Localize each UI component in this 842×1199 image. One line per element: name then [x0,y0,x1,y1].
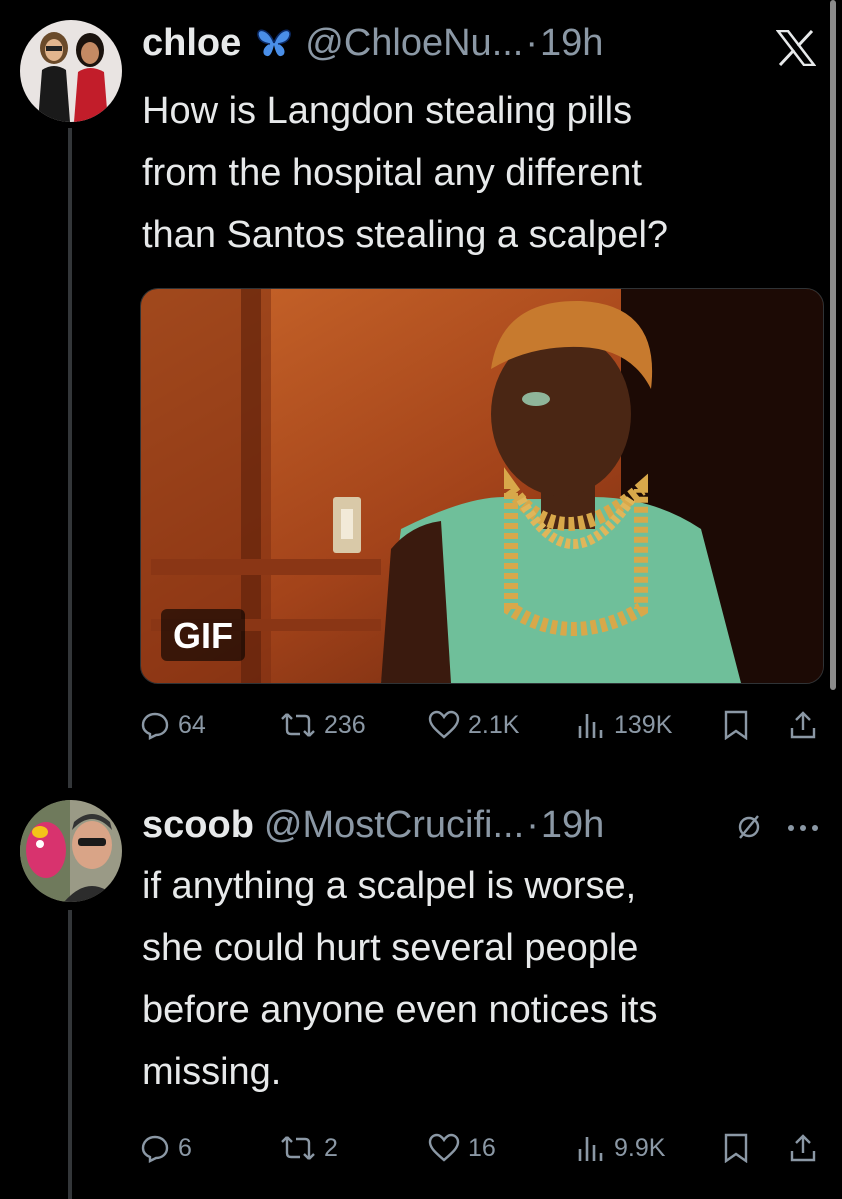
user-handle[interactable]: @MostCrucifi... [264,804,524,847]
tweet-header: chloe @ChloeNu... · 19h [142,18,603,68]
share-button[interactable] [788,710,818,740]
bookmark-button[interactable] [722,710,750,740]
tweet-scoob[interactable]: scoob @MostCrucifi... · 19h if anything … [0,790,842,1199]
share-icon [790,711,816,739]
separator: · [526,803,539,846]
share-icon [790,1134,816,1162]
view-count: 9.9K [614,1133,666,1162]
tweet-text: How is Langdon stealing pills from the h… [142,90,669,256]
avatar[interactable] [20,800,122,902]
user-handle[interactable]: @ChloeNu... [305,22,523,65]
like-count: 16 [468,1133,496,1162]
views-icon [578,714,603,738]
views-button[interactable]: 139K [576,710,672,740]
heart-icon [428,710,460,739]
retweet-count: 2 [324,1133,338,1162]
like-button[interactable]: 2.1K [428,710,519,740]
reply-count: 6 [178,1133,192,1162]
display-name[interactable]: chloe [142,22,241,65]
timestamp[interactable]: 19h [540,22,603,65]
x-logo-icon[interactable] [775,29,817,71]
retweet-button[interactable]: 2 [280,1133,338,1163]
tweet-text: if anything a scalpel is worse, she coul… [142,865,658,1093]
reply-count: 64 [178,710,206,739]
reply-icon [141,712,169,740]
heart-icon [428,1133,460,1162]
slash-circle-icon[interactable] [734,812,764,847]
gif-media[interactable]: GIF [140,288,824,684]
reply-button[interactable]: 64 [140,710,206,740]
bookmark-icon [724,1133,748,1163]
tweet-chloe[interactable]: chloe @ChloeNu... · 19h How is Langdon s… [0,0,842,790]
gif-badge: GIF [161,609,245,661]
views-icon [578,1137,603,1161]
butterfly-icon [255,27,293,59]
retweet-button[interactable]: 236 [280,710,366,740]
reply-icon [141,1135,169,1163]
retweet-count: 236 [324,710,366,739]
tweet-header: scoob @MostCrucifi... · 19h [142,800,604,850]
tweet-actions: 6 2 16 9.9K [140,1133,820,1173]
views-button[interactable]: 9.9K [576,1133,665,1163]
display-name[interactable]: scoob [142,804,254,847]
share-button[interactable] [788,1133,818,1163]
view-count: 139K [614,710,673,739]
bookmark-button[interactable] [722,1133,750,1163]
timestamp[interactable]: 19h [541,804,604,847]
avatar[interactable] [20,20,122,122]
bookmark-icon [724,710,748,740]
retweet-icon [281,1136,315,1160]
more-dots-icon[interactable] [786,820,820,838]
separator: · [525,21,539,64]
retweet-icon [281,713,315,737]
reply-button[interactable]: 6 [140,1133,192,1163]
tweet-actions: 64 236 2.1K 139K [140,710,820,750]
like-count: 2.1K [468,710,520,739]
like-button[interactable]: 16 [428,1133,496,1163]
